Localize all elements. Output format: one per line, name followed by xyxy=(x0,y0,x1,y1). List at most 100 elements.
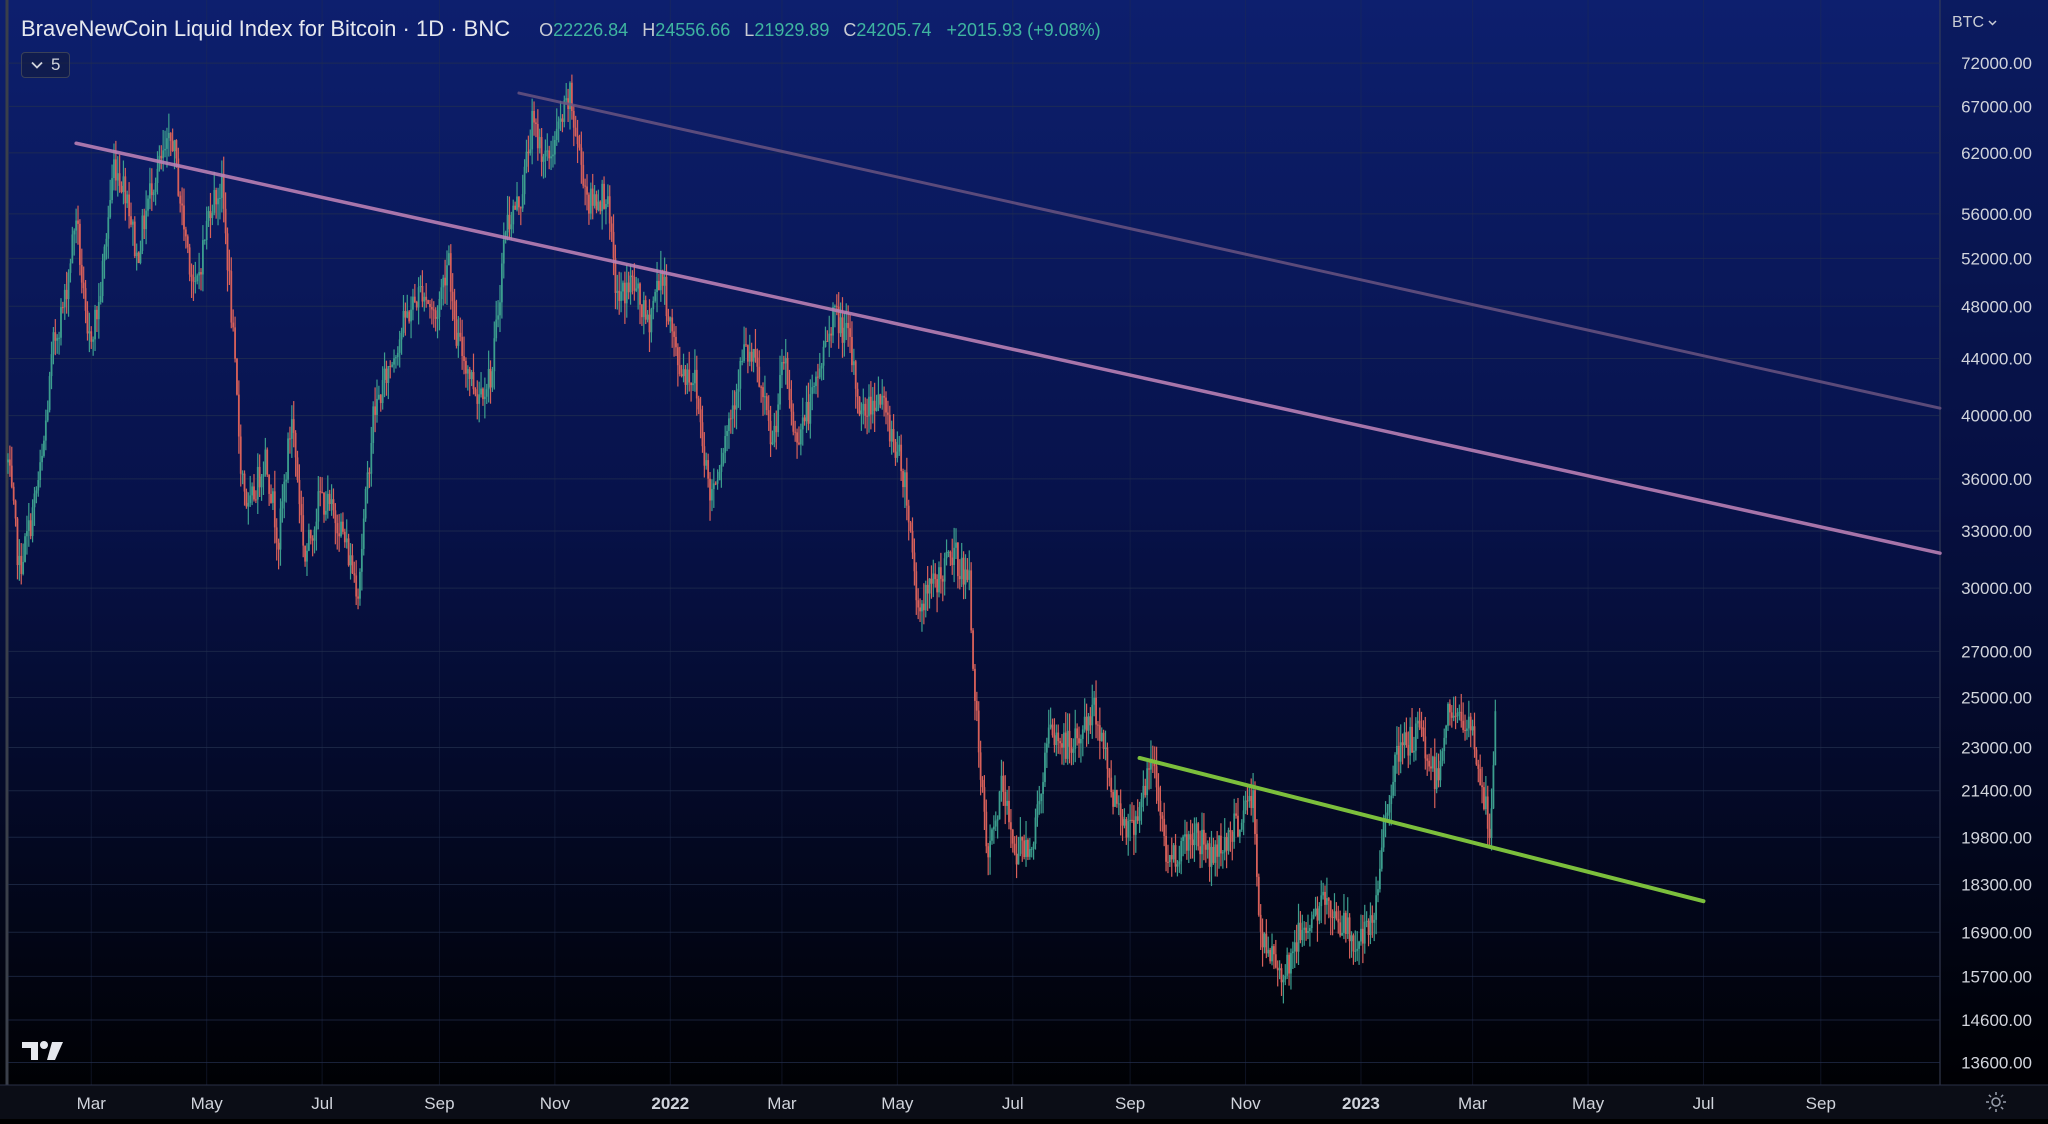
candle-body xyxy=(1324,891,1326,905)
candle-body xyxy=(907,505,910,523)
gear-icon[interactable] xyxy=(1985,1091,2007,1113)
candle-body xyxy=(648,314,651,333)
candle-body xyxy=(241,473,244,475)
candle-body xyxy=(502,239,505,264)
candle-body xyxy=(1259,914,1262,932)
candle-body xyxy=(71,234,74,264)
candle-body xyxy=(1280,968,1283,983)
candle-body xyxy=(366,472,369,489)
candle-body xyxy=(1371,915,1374,923)
candle-body xyxy=(82,282,85,289)
candle-body xyxy=(1237,815,1239,837)
candle-body xyxy=(932,573,935,584)
candle-body xyxy=(1089,716,1092,726)
candle-body xyxy=(145,210,148,230)
candle-body xyxy=(786,357,789,389)
candle-body xyxy=(726,431,728,436)
candle-body xyxy=(1450,712,1453,718)
candle-body xyxy=(905,472,908,506)
candle-body xyxy=(775,425,778,433)
chart-area[interactable]: 72000.00 67000.00 62000.00 56000.00 52000.00… xyxy=(0,0,2048,1119)
candle-body xyxy=(606,196,609,205)
candle-body xyxy=(919,607,921,612)
candle-body xyxy=(1206,843,1209,850)
candle-body xyxy=(105,238,108,247)
candle-body xyxy=(1229,830,1232,832)
candle-body xyxy=(345,538,348,543)
time-tick-label: Mar xyxy=(767,1094,797,1113)
candle-body xyxy=(1066,730,1069,759)
candle-body xyxy=(1433,756,1436,790)
candlestick-chart[interactable]: 72000.00 67000.00 62000.00 56000.00 52000.00… xyxy=(0,0,2048,1119)
candle-body xyxy=(1310,918,1313,929)
candle-body xyxy=(769,420,772,445)
candle-body xyxy=(714,483,717,485)
candle-body xyxy=(154,183,157,192)
candle-body xyxy=(8,459,11,466)
candle-body xyxy=(188,247,191,275)
symbol-title[interactable]: BraveNewCoin Liquid Index for Bitcoin · … xyxy=(21,16,510,42)
candle-body xyxy=(1080,738,1082,744)
candle-body xyxy=(1352,935,1355,952)
candle-body xyxy=(1017,853,1020,865)
candle-body xyxy=(39,462,42,481)
candle-body xyxy=(671,317,674,332)
time-scale[interactable] xyxy=(0,1085,2048,1119)
candle-body xyxy=(561,118,564,122)
candle-body xyxy=(1134,816,1137,835)
candle-body xyxy=(1484,796,1487,810)
candle-body xyxy=(429,303,431,307)
candle-body xyxy=(343,531,346,543)
candle-body xyxy=(1373,919,1376,923)
candle-body xyxy=(1397,745,1400,762)
candle-body xyxy=(1475,749,1478,765)
candle-body xyxy=(1176,864,1179,867)
candle-body xyxy=(222,173,225,209)
change-value: +2015.93 (+9.08%) xyxy=(946,20,1101,40)
candle-body xyxy=(535,122,537,124)
candle-body xyxy=(26,531,28,537)
candle-body xyxy=(1326,898,1328,905)
candle-body xyxy=(652,300,655,310)
open-value: 22226.84 xyxy=(553,20,629,40)
candle-body xyxy=(1273,946,1275,955)
candle-body xyxy=(533,110,535,123)
time-tick-label: 2023 xyxy=(1342,1094,1380,1113)
candle-body xyxy=(209,211,212,219)
candle-body xyxy=(1220,835,1222,854)
candle-body xyxy=(851,336,853,366)
candle-body xyxy=(1131,819,1133,821)
candle xyxy=(1227,827,1230,855)
candle-body xyxy=(818,368,821,378)
candle-body xyxy=(1312,914,1315,919)
candle-body xyxy=(1430,766,1432,769)
candle-body xyxy=(841,317,844,343)
candle-body xyxy=(1138,807,1141,821)
candle-body xyxy=(712,483,715,490)
candle-body xyxy=(977,710,980,753)
candle-body xyxy=(321,492,324,494)
high-value: 24556.66 xyxy=(655,20,731,40)
candle-body xyxy=(1140,799,1143,808)
tradingview-logo-icon[interactable] xyxy=(22,1040,64,1062)
candle-body xyxy=(735,391,738,410)
indicators-toggle-button[interactable]: 5 xyxy=(21,52,71,78)
candle-body xyxy=(538,137,541,149)
candle-body xyxy=(1227,830,1230,851)
candle xyxy=(1475,746,1478,766)
candle-body xyxy=(476,394,479,404)
candle-body xyxy=(355,575,358,597)
candle-body xyxy=(150,183,153,196)
candle-body xyxy=(553,139,556,155)
candle-body xyxy=(1078,738,1080,744)
candle-body xyxy=(1119,803,1122,817)
candle-body xyxy=(96,309,98,320)
candle-body xyxy=(243,473,246,492)
candle-body xyxy=(1477,764,1480,769)
candle-body xyxy=(1411,726,1413,753)
candle-body xyxy=(389,366,392,368)
candle-body xyxy=(372,406,375,443)
candle-body xyxy=(436,317,439,319)
candle-body xyxy=(654,292,657,301)
currency-selector[interactable]: BTC xyxy=(1952,14,1997,32)
